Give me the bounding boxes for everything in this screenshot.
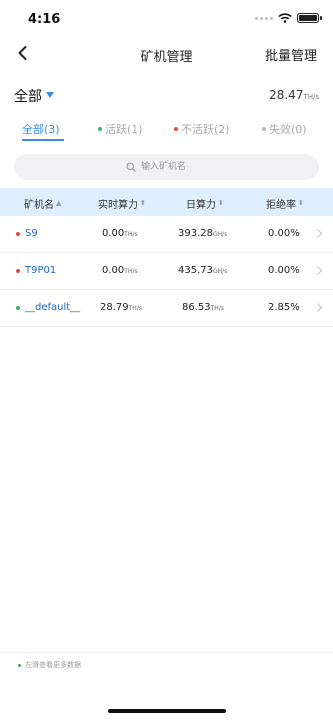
column-header-realtime[interactable]: 实时算力 ⬍	[98, 196, 146, 212]
tab-label: 活跃(1)	[105, 123, 143, 136]
status-dot-icon	[16, 231, 20, 236]
worker-name-cell: __default__	[16, 302, 80, 313]
table-header: 矿机名 ▲ 实时算力 ⬍ 日算力 ⬍ 拒绝率 ⬍	[0, 188, 333, 216]
invalid-dot-icon	[262, 127, 266, 131]
tab-active[interactable]: 活跃(1)	[98, 121, 143, 137]
active-dot-icon	[98, 127, 102, 131]
footer-hint-text: 左滑查看更多数据	[25, 661, 81, 669]
status-time: 4:16	[28, 12, 61, 27]
status-dot-icon	[16, 268, 20, 273]
worker-name-cell: S9	[16, 228, 38, 239]
total-hashrate-unit: TH/s	[303, 93, 319, 101]
column-header-label: 实时算力	[98, 200, 138, 211]
worker-name: __default__	[25, 302, 81, 313]
daily-hashrate: 393.28	[178, 228, 213, 239]
reject-rate: 2.85%	[268, 302, 300, 313]
worker-name-cell: T9P01	[16, 265, 56, 276]
home-indicator[interactable]	[108, 709, 226, 713]
signal-icon	[255, 16, 273, 20]
tab-label: 全部(3)	[22, 123, 60, 136]
sort-icon: ⬍	[298, 199, 304, 207]
tab-label: 不活跃(2)	[181, 123, 230, 136]
daily-hashrate-cell: 393.28GH/s	[178, 228, 227, 239]
daily-hashrate-cell: 435.73GH/s	[178, 265, 227, 276]
realtime-hashrate-cell: 0.00TH/s	[102, 228, 138, 239]
daily-unit: TH/s	[210, 305, 224, 312]
column-header-name[interactable]: 矿机名 ▲	[24, 196, 62, 212]
realtime-unit: TH/s	[124, 268, 138, 275]
column-header-label: 矿机名	[24, 200, 54, 211]
worker-name: T9P01	[25, 265, 57, 276]
tab-inactive[interactable]: 不活跃(2)	[174, 121, 230, 137]
worker-name: S9	[25, 228, 38, 239]
dropdown-triangle-icon	[46, 91, 54, 98]
realtime-unit: TH/s	[128, 305, 142, 312]
realtime-unit: TH/s	[124, 231, 138, 238]
sort-icon: ▲	[56, 199, 62, 207]
realtime-hashrate: 0.00	[102, 228, 125, 239]
hint-dot-icon	[18, 663, 21, 667]
search-input[interactable]	[139, 161, 207, 173]
total-hashrate-value: 28.47	[269, 88, 304, 102]
inactive-dot-icon	[174, 127, 178, 131]
group-filter-label: 全部	[14, 89, 42, 105]
column-header-daily[interactable]: 日算力 ⬍	[186, 196, 224, 212]
table-row[interactable]: T9P01 0.00TH/s 435.73GH/s 0.00%	[0, 253, 333, 290]
realtime-hashrate: 28.79	[100, 302, 129, 313]
tab-active-underline	[22, 139, 64, 141]
batch-manage-button[interactable]: 批量管理	[265, 45, 317, 64]
reject-rate: 0.00%	[268, 265, 300, 276]
daily-hashrate: 86.53	[182, 302, 211, 313]
status-tabs: 全部(3) 活跃(1) 不活跃(2) 失效(0)	[0, 118, 333, 142]
daily-hashrate: 435.73	[178, 265, 213, 276]
chevron-right-icon	[317, 266, 323, 275]
footer-divider	[0, 652, 333, 653]
column-header-label: 拒绝率	[266, 200, 296, 211]
footer-hint: 左滑查看更多数据	[18, 660, 81, 670]
tab-invalid[interactable]: 失效(0)	[262, 121, 307, 137]
battery-icon	[297, 13, 322, 23]
total-hashrate: 28.47TH/s	[269, 88, 319, 102]
column-header-reject[interactable]: 拒绝率 ⬍	[266, 196, 304, 212]
reject-rate: 0.00%	[268, 228, 300, 239]
table-row[interactable]: __default__ 28.79TH/s 86.53TH/s 2.85%	[0, 290, 333, 327]
group-filter-dropdown[interactable]: 全部	[14, 86, 54, 106]
status-dot-icon	[16, 305, 20, 310]
realtime-hashrate-cell: 0.00TH/s	[102, 265, 138, 276]
chevron-right-icon	[317, 229, 323, 238]
tab-label: 失效(0)	[269, 123, 307, 136]
table-row[interactable]: S9 0.00TH/s 393.28GH/s 0.00%	[0, 216, 333, 253]
status-bar: 4:16	[0, 0, 333, 40]
nav-bar: 矿机管理 批量管理	[0, 36, 333, 72]
sort-icon: ⬍	[218, 199, 224, 207]
status-icons	[255, 13, 322, 23]
realtime-hashrate: 0.00	[102, 265, 125, 276]
tab-all[interactable]: 全部(3)	[22, 121, 60, 137]
chevron-right-icon	[317, 303, 323, 312]
realtime-hashrate-cell: 28.79TH/s	[100, 302, 142, 313]
worker-list: S9 0.00TH/s 393.28GH/s 0.00% T9P01 0.00T…	[0, 216, 333, 327]
wifi-icon	[278, 13, 292, 23]
column-header-label: 日算力	[186, 200, 216, 211]
daily-hashrate-cell: 86.53TH/s	[182, 302, 224, 313]
search-bar[interactable]	[14, 154, 319, 180]
sort-icon: ⬍	[140, 199, 146, 207]
summary-bar: 全部 28.47TH/s	[0, 78, 333, 112]
search-icon	[126, 162, 136, 172]
daily-unit: GH/s	[213, 231, 228, 238]
daily-unit: GH/s	[213, 268, 228, 275]
